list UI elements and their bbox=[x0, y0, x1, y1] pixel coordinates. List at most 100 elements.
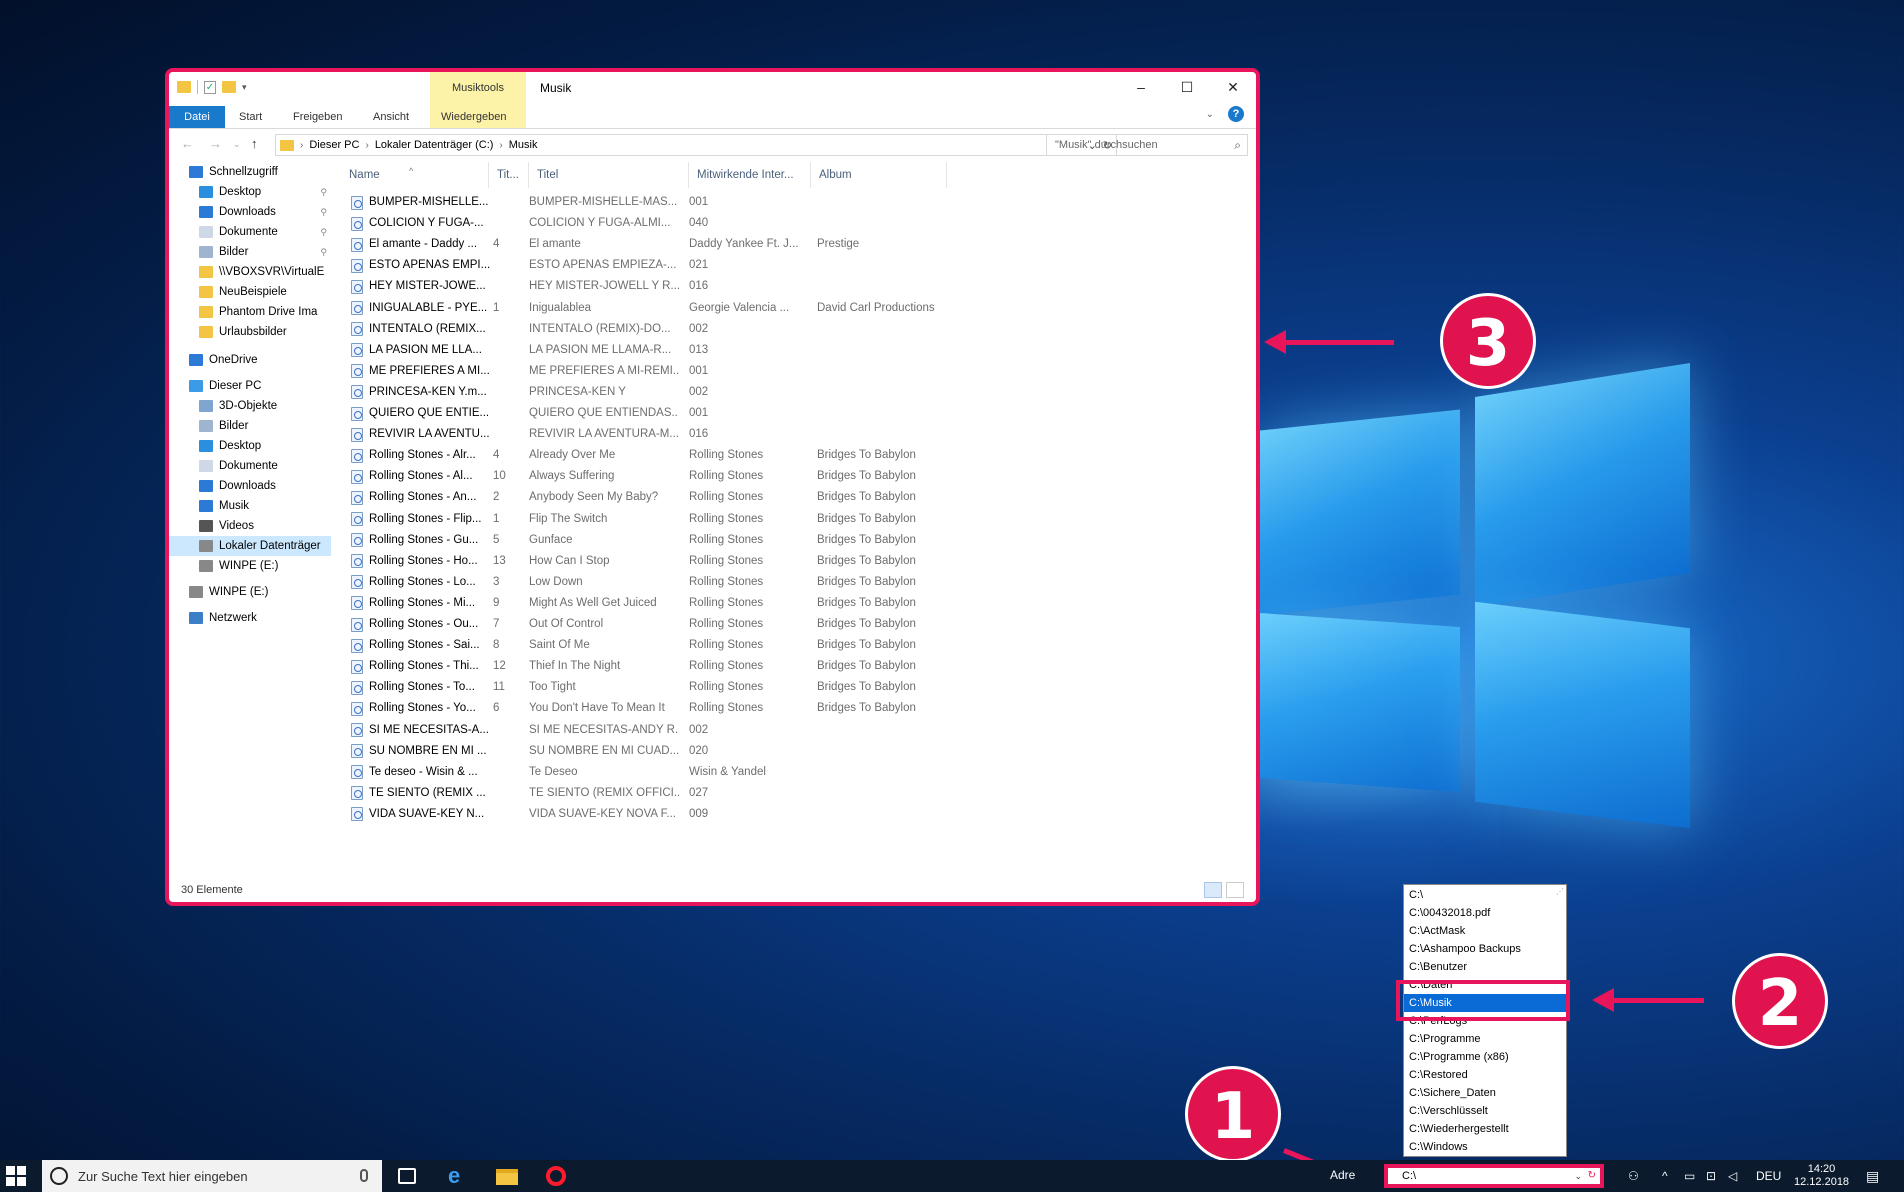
dropdown-item[interactable]: C:\Restored bbox=[1404, 1066, 1566, 1084]
sidebar-item[interactable]: \\VBOXSVR\VirtualE bbox=[169, 262, 331, 282]
table-row[interactable]: Rolling Stones - Gu... 5 Gunface Rolling St… bbox=[341, 530, 961, 551]
table-row[interactable]: QUIERO QUE ENTIE... QUIERO QUE ENTIENDAS.… bbox=[341, 403, 961, 424]
dropdown-item[interactable]: C:\ bbox=[1404, 886, 1566, 904]
sidebar-item[interactable]: NeuBeispiele bbox=[169, 282, 331, 302]
sidebar-item[interactable]: Videos bbox=[169, 516, 331, 536]
dropdown-item[interactable]: C:\ActMask bbox=[1404, 922, 1566, 940]
table-row[interactable]: Rolling Stones - Yo... 6 You Don't Have To… bbox=[341, 698, 961, 719]
address-bar[interactable]: › Dieser PC › Lokaler Datenträger (C:) ›… bbox=[275, 134, 1117, 156]
taskbar-search-box[interactable]: Zur Suche Text hier eingeben bbox=[42, 1160, 382, 1192]
table-row[interactable]: Rolling Stones - Mi... 9 Might As Well Get… bbox=[341, 593, 961, 614]
sidebar-item[interactable]: Schnellzugriff bbox=[169, 162, 331, 182]
sidebar-item[interactable]: Dokumente bbox=[169, 456, 331, 476]
edge-icon[interactable]: e bbox=[448, 1165, 470, 1187]
file-explorer-icon[interactable] bbox=[496, 1169, 518, 1185]
table-row[interactable]: Rolling Stones - Flip... 1 Flip The Switch… bbox=[341, 509, 961, 530]
back-arrow-icon[interactable]: ← bbox=[181, 136, 194, 151]
chevron-down-icon[interactable]: ⌄ bbox=[1574, 1168, 1582, 1184]
column-header-track[interactable]: Tit... bbox=[489, 162, 529, 188]
table-row[interactable]: TE SIENTO (REMIX ... TE SIENTO (REMIX OFF… bbox=[341, 783, 961, 804]
tab-datei[interactable]: Datei bbox=[169, 106, 225, 128]
sidebar-item[interactable]: OneDrive bbox=[169, 350, 331, 370]
network-icon[interactable]: ⊡ bbox=[1706, 1160, 1716, 1192]
column-header-album[interactable]: Album bbox=[811, 162, 947, 188]
table-row[interactable]: Rolling Stones - Ho... 13 How Can I Stop Ro… bbox=[341, 551, 961, 572]
table-row[interactable]: SU NOMBRE EN MI ... SU NOMBRE EN MI CUAD.… bbox=[341, 741, 961, 762]
table-row[interactable]: Rolling Stones - To... 11 Too Tight Rolling… bbox=[341, 677, 961, 698]
sidebar-item[interactable]: Downloads ⚲ bbox=[169, 202, 331, 222]
breadcrumb-lokaler-datentraeger[interactable]: Lokaler Datenträger (C:) bbox=[375, 139, 494, 151]
sidebar-item[interactable]: Lokaler Datenträger bbox=[169, 536, 331, 556]
dropdown-item[interactable]: C:\Programme bbox=[1404, 1030, 1566, 1048]
sidebar-item[interactable]: 3D-Objekte bbox=[169, 396, 331, 416]
minimize-button[interactable]: – bbox=[1118, 72, 1164, 102]
column-header-name[interactable]: Name ^ bbox=[341, 162, 489, 188]
title-bar[interactable]: ✓ ▾ Musik – ☐ ✕ bbox=[169, 72, 1256, 102]
breadcrumb-dieser-pc[interactable]: Dieser PC bbox=[309, 139, 359, 151]
dropdown-item[interactable]: C:\00432018.pdf bbox=[1404, 904, 1566, 922]
sidebar-item[interactable]: Phantom Drive Ima bbox=[169, 302, 331, 322]
table-row[interactable]: ESTO APENAS EMPI... ESTO APENAS EMPIEZA-.… bbox=[341, 255, 961, 276]
table-row[interactable]: COLICION Y FUGA-... COLICION Y FUGA-ALMI.… bbox=[341, 213, 961, 234]
table-row[interactable]: Rolling Stones - Ou... 7 Out Of Control Rol… bbox=[341, 614, 961, 635]
table-row[interactable]: Rolling Stones - Al... 10 Always Suffering… bbox=[341, 466, 961, 487]
sidebar-item[interactable]: Dieser PC bbox=[169, 376, 331, 396]
sidebar-item[interactable]: WINPE (E:) bbox=[169, 582, 331, 602]
details-view-button[interactable] bbox=[1204, 882, 1222, 898]
sidebar-item[interactable]: Urlaubsbilder bbox=[169, 322, 331, 342]
dropdown-item[interactable]: C:\Sichere_Daten bbox=[1404, 1084, 1566, 1102]
customize-toolbar-icon[interactable]: ▾ bbox=[242, 82, 247, 93]
dropdown-item[interactable]: C:\Windows bbox=[1404, 1138, 1566, 1156]
dropdown-item[interactable]: C:\Wiederhergestellt bbox=[1404, 1120, 1566, 1138]
expand-ribbon-icon[interactable]: ⌄ bbox=[1206, 109, 1214, 120]
maximize-button[interactable]: ☐ bbox=[1164, 72, 1210, 102]
sidebar-item[interactable]: Desktop bbox=[169, 436, 331, 456]
forward-arrow-icon[interactable]: → bbox=[209, 136, 222, 151]
table-row[interactable]: Rolling Stones - Sai... 8 Saint Of Me Rolli… bbox=[341, 635, 961, 656]
battery-icon[interactable]: ▭ bbox=[1684, 1160, 1695, 1192]
volume-icon[interactable]: ◁ bbox=[1728, 1160, 1737, 1192]
close-button[interactable]: ✕ bbox=[1210, 72, 1256, 102]
table-row[interactable]: Rolling Stones - Thi... 12 Thief In The Ni… bbox=[341, 656, 961, 677]
properties-icon[interactable]: ✓ bbox=[204, 80, 216, 94]
tab-wiedergeben[interactable]: Wiedergeben bbox=[433, 106, 514, 128]
dropdown-item[interactable]: C:\Benutzer bbox=[1404, 958, 1566, 976]
table-row[interactable]: ME PREFIERES A MI... ME PREFIERES A MI-RE… bbox=[341, 361, 961, 382]
sidebar-item[interactable]: Dokumente ⚲ bbox=[169, 222, 331, 242]
table-row[interactable]: HEY MISTER-JOWE... HEY MISTER-JOWELL Y R.… bbox=[341, 276, 961, 297]
table-row[interactable]: SI ME NECESITAS-A... SI ME NECESITAS-ANDY… bbox=[341, 720, 961, 741]
table-row[interactable]: BUMPER-MISHELLE... BUMPER-MISHELLE-MAS...… bbox=[341, 192, 961, 213]
dropdown-item[interactable]: C:\Verschlüsselt bbox=[1404, 1102, 1566, 1120]
table-row[interactable]: PRINCESA-KEN Y.m... PRINCESA-KEN Y 002 bbox=[341, 382, 961, 403]
sidebar-item[interactable]: WINPE (E:) bbox=[169, 556, 331, 576]
column-header-title[interactable]: Titel bbox=[529, 162, 689, 188]
table-row[interactable]: Rolling Stones - Alr... 4 Already Over Me R… bbox=[341, 445, 961, 466]
sidebar-item[interactable]: Netzwerk bbox=[169, 608, 331, 628]
table-row[interactable]: INTENTALO (REMIX... INTENTALO (REMIX)-DO.… bbox=[341, 319, 961, 340]
help-icon[interactable]: ? bbox=[1228, 106, 1244, 122]
large-icons-view-button[interactable] bbox=[1226, 882, 1244, 898]
breadcrumb-musik[interactable]: Musik bbox=[509, 139, 538, 151]
opera-icon[interactable] bbox=[546, 1166, 566, 1186]
dropdown-item[interactable]: C:\Programme (x86) bbox=[1404, 1048, 1566, 1066]
up-arrow-icon[interactable]: ↑ bbox=[251, 136, 258, 151]
taskbar-address-input[interactable]: C:\ ⌄ ↻ bbox=[1384, 1164, 1604, 1188]
language-indicator[interactable]: DEU bbox=[1756, 1160, 1781, 1192]
recent-locations-icon[interactable]: ⌄ bbox=[233, 139, 241, 150]
people-icon[interactable]: ⚇ bbox=[1628, 1160, 1639, 1192]
microphone-icon[interactable] bbox=[360, 1169, 368, 1182]
task-view-icon[interactable] bbox=[398, 1168, 416, 1184]
table-row[interactable]: VIDA SUAVE-KEY N... VIDA SUAVE-KEY NOVA F… bbox=[341, 804, 961, 825]
new-folder-icon[interactable] bbox=[222, 81, 236, 93]
tab-ansicht[interactable]: Ansicht bbox=[365, 106, 417, 128]
tab-start[interactable]: Start bbox=[231, 106, 270, 128]
table-row[interactable]: Rolling Stones - An... 2 Anybody Seen My B… bbox=[341, 487, 961, 508]
table-row[interactable]: Rolling Stones - Lo... 3 Low Down Rolling S… bbox=[341, 572, 961, 593]
sidebar-item[interactable]: Bilder bbox=[169, 416, 331, 436]
chevron-up-icon[interactable]: ^ bbox=[1662, 1160, 1668, 1192]
sidebar-item[interactable]: Desktop ⚲ bbox=[169, 182, 331, 202]
search-input[interactable]: "Musik" durchsuchen ⌕ bbox=[1046, 134, 1248, 156]
sidebar-item[interactable]: Musik bbox=[169, 496, 331, 516]
notifications-icon[interactable]: ▤ bbox=[1866, 1160, 1879, 1192]
start-button[interactable] bbox=[6, 1166, 26, 1186]
